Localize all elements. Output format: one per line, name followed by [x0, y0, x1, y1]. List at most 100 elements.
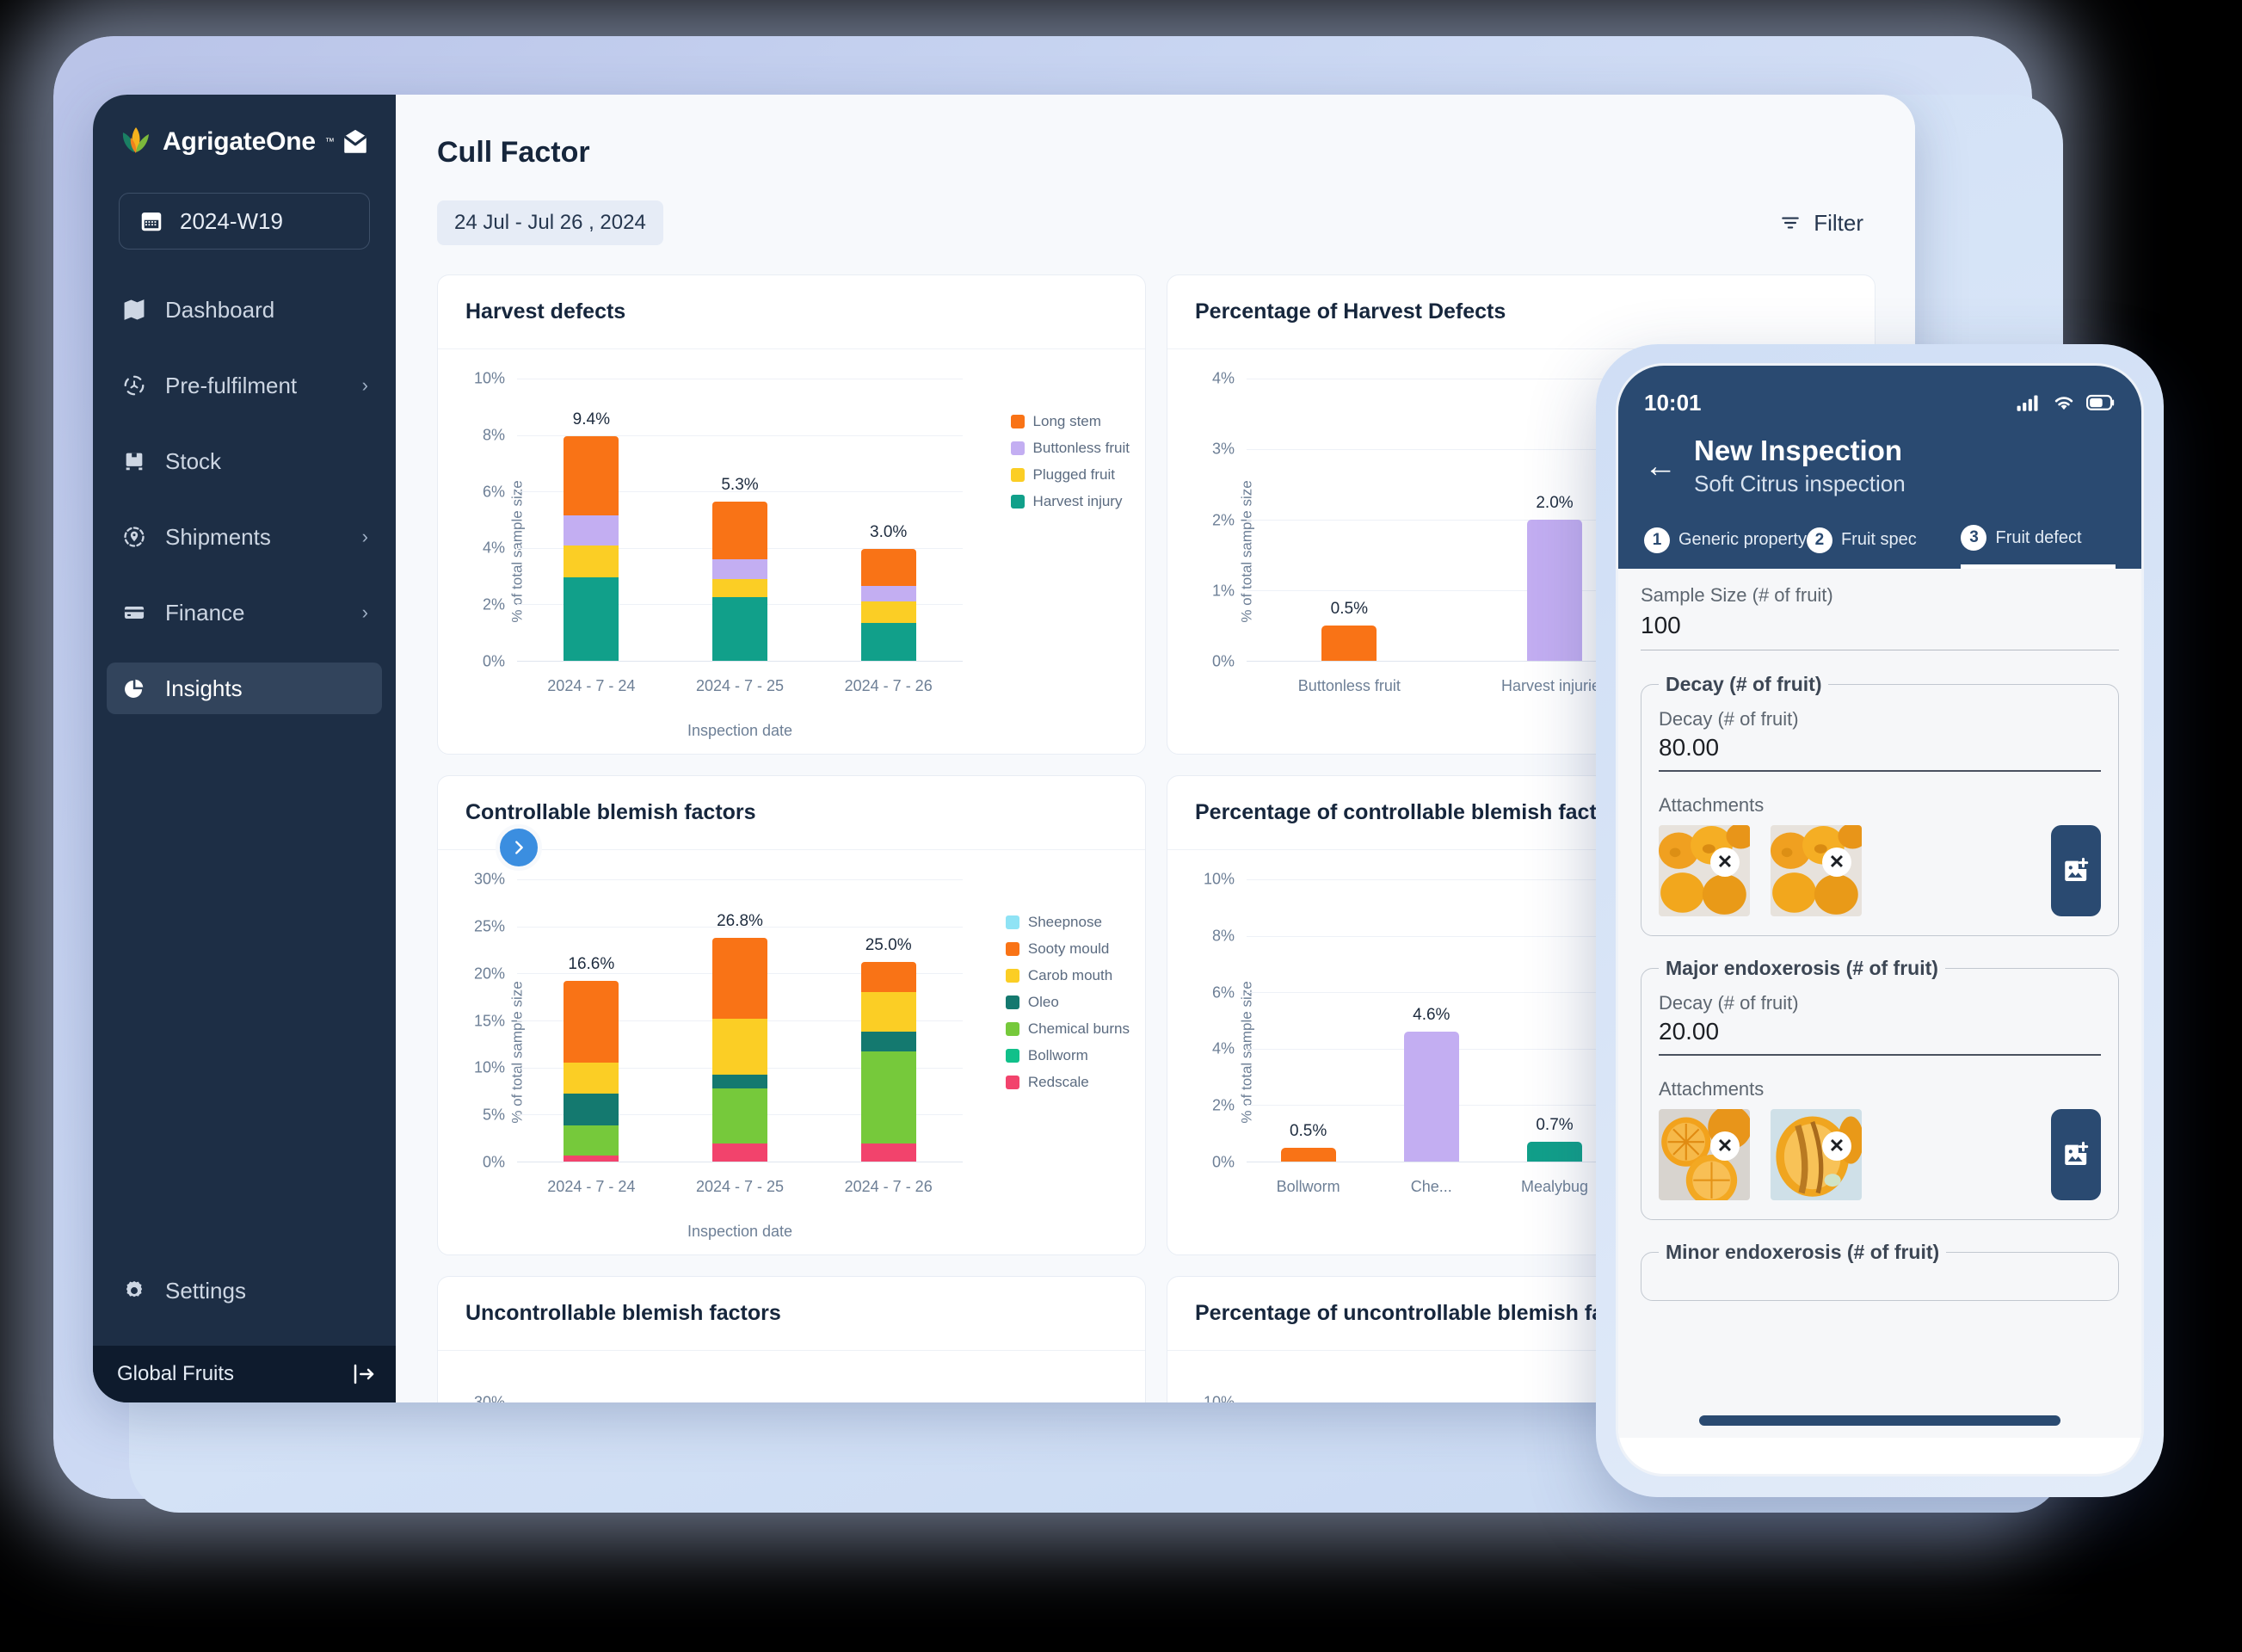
y-tick-label: 1%	[1211, 582, 1235, 600]
attachment-thumbnail[interactable]: ✕	[1659, 1109, 1750, 1200]
legend-item[interactable]: Long stem	[1010, 413, 1130, 430]
network-icon	[120, 372, 148, 399]
filter-icon	[1782, 217, 1799, 229]
bar[interactable]	[860, 549, 916, 661]
back-arrow-icon[interactable]: ←	[1644, 450, 1677, 483]
add-attachment-button[interactable]	[2051, 1109, 2101, 1200]
bar-segment	[712, 501, 767, 559]
brand-name: AgrigateOne	[163, 127, 316, 156]
decay-field-value[interactable]: 20.00	[1659, 1018, 2101, 1054]
week-selector-label: 2024-W19	[180, 207, 283, 234]
bar-segment	[712, 1018, 767, 1076]
remove-attachment-button[interactable]: ✕	[1822, 1131, 1851, 1161]
bar[interactable]	[712, 937, 767, 1162]
legend-item[interactable]: Sooty mould	[1005, 940, 1130, 958]
date-range-chip[interactable]: 24 Jul - Jul 26 , 2024	[437, 200, 663, 245]
legend-item[interactable]: Oleo	[1005, 994, 1130, 1011]
legend-item[interactable]: Harvest injury	[1010, 493, 1130, 510]
bar-segment	[712, 1088, 767, 1144]
y-tick-label: 8%	[1211, 927, 1235, 945]
remove-attachment-button[interactable]: ✕	[1710, 848, 1740, 877]
y-tick-label: 4%	[482, 539, 505, 557]
legend-swatch	[1005, 942, 1019, 956]
wizard-step-fruit-defect[interactable]: 3 Fruit defect	[1961, 513, 2116, 569]
sidebar: AgrigateOne ™ 2024-W19 Dashboard Pre-ful…	[93, 95, 396, 1402]
chevron-right-icon: ›	[361, 601, 368, 623]
add-image-icon	[2065, 1141, 2089, 1166]
wizard-step-generic-property[interactable]: 1 Generic property	[1644, 513, 1807, 569]
bar-value-label: 0.5%	[1289, 1121, 1327, 1140]
legend-item[interactable]: Carob mouth	[1005, 967, 1130, 984]
attachment-thumbnail[interactable]: ✕	[1771, 1109, 1862, 1200]
plot-area: 0% 5% 10% 15% 20% 25% 30% 16.6% 26.8% 25.0%	[474, 871, 963, 1171]
sidebar-item-shipments[interactable]: Shipments ›	[107, 511, 382, 563]
location-icon	[120, 523, 148, 551]
legend-item[interactable]: Chemical burns	[1005, 1020, 1130, 1038]
bar[interactable]	[564, 981, 619, 1162]
sample-size-field[interactable]: Sample Size (# of fruit) 100	[1641, 584, 2119, 650]
bar[interactable]	[564, 436, 619, 661]
sidebar-item-settings[interactable]: Settings	[107, 1265, 382, 1316]
bar-segment	[712, 1143, 767, 1162]
attachments-label: Attachments	[1659, 794, 1765, 816]
step-label: Generic property	[1678, 530, 1807, 549]
decay-field-value[interactable]: 80.00	[1659, 734, 2101, 770]
legend-swatch	[1005, 1022, 1019, 1036]
legend-item[interactable]: Sheepnose	[1005, 914, 1130, 931]
legend-item[interactable]: Buttonless fruit	[1010, 440, 1130, 457]
sample-size-label: Sample Size (# of fruit)	[1641, 584, 1833, 606]
add-attachment-button[interactable]	[2051, 825, 2101, 916]
remove-attachment-button[interactable]: ✕	[1822, 848, 1851, 877]
mail-icon[interactable]	[341, 127, 370, 157]
bar-segment	[564, 515, 619, 546]
filter-label: Filter	[1814, 209, 1863, 236]
legend-item[interactable]: Bollworm	[1005, 1047, 1130, 1064]
wizard-step-fruit-spec[interactable]: 2 Fruit spec	[1806, 513, 1962, 569]
bar[interactable]	[712, 501, 767, 661]
sidebar-item-finance[interactable]: Finance ›	[107, 587, 382, 638]
sidebar-item-dashboard[interactable]: Dashboard	[107, 284, 382, 336]
logout-icon[interactable]	[351, 1361, 377, 1387]
attachment-thumbnail[interactable]: ✕	[1659, 825, 1750, 916]
x-axis-label: Inspection date	[687, 722, 793, 739]
bar[interactable]	[1527, 1142, 1582, 1162]
phone-screen-subtitle: Soft Citrus inspection	[1694, 471, 1906, 496]
bar[interactable]	[1321, 626, 1377, 661]
bar-segment	[1321, 626, 1377, 661]
y-tick-label: 0%	[482, 1153, 505, 1171]
week-selector[interactable]: 2024-W19	[119, 193, 370, 250]
sidebar-toggle-button[interactable]	[496, 824, 542, 871]
y-tick-label: 0%	[1211, 1153, 1235, 1171]
bar[interactable]	[1280, 1147, 1336, 1162]
filter-button[interactable]: Filter	[1779, 210, 1863, 237]
bar-value-label: 16.6%	[568, 955, 615, 974]
sidebar-item-insights[interactable]: Insights	[107, 663, 382, 714]
remove-attachment-button[interactable]: ✕	[1710, 1131, 1740, 1161]
y-tick-label: 8%	[482, 426, 505, 444]
attachments-row: ✕ ✕	[1659, 1109, 2101, 1200]
legend-item[interactable]: Plugged fruit	[1010, 466, 1130, 484]
bar-segment	[712, 558, 767, 579]
chevron-right-icon	[515, 841, 523, 854]
bar[interactable]	[860, 962, 916, 1162]
bar-value-label: 0.5%	[1330, 600, 1368, 618]
sidebar-item-stock[interactable]: Stock	[107, 435, 382, 487]
step-number: 2	[1806, 527, 1832, 553]
bar-segment	[564, 1156, 619, 1162]
sample-size-value: 100	[1641, 612, 1681, 638]
sidebar-item-pre-fulfilment[interactable]: Pre-fulfilment ›	[107, 360, 382, 411]
sidebar-item-label: Stock	[165, 447, 222, 474]
bar[interactable]	[1527, 520, 1582, 661]
x-tick-label: 2024 - 7 - 25	[695, 677, 785, 694]
bar-segment	[564, 1125, 619, 1156]
bar[interactable]	[1403, 1032, 1459, 1162]
bar-value-label: 4.6%	[1413, 1006, 1451, 1025]
wifi-icon	[2054, 397, 2073, 410]
bar-slot: 5.3%	[666, 379, 815, 661]
attachment-thumbnail[interactable]: ✕	[1771, 825, 1862, 916]
brand-logo[interactable]: AgrigateOne ™	[119, 124, 335, 160]
group-decay: Decay (# of fruit) Decay (# of fruit) 80…	[1641, 673, 2119, 936]
legend-item[interactable]: Redscale	[1005, 1074, 1130, 1091]
gridline: 0%	[483, 653, 963, 670]
